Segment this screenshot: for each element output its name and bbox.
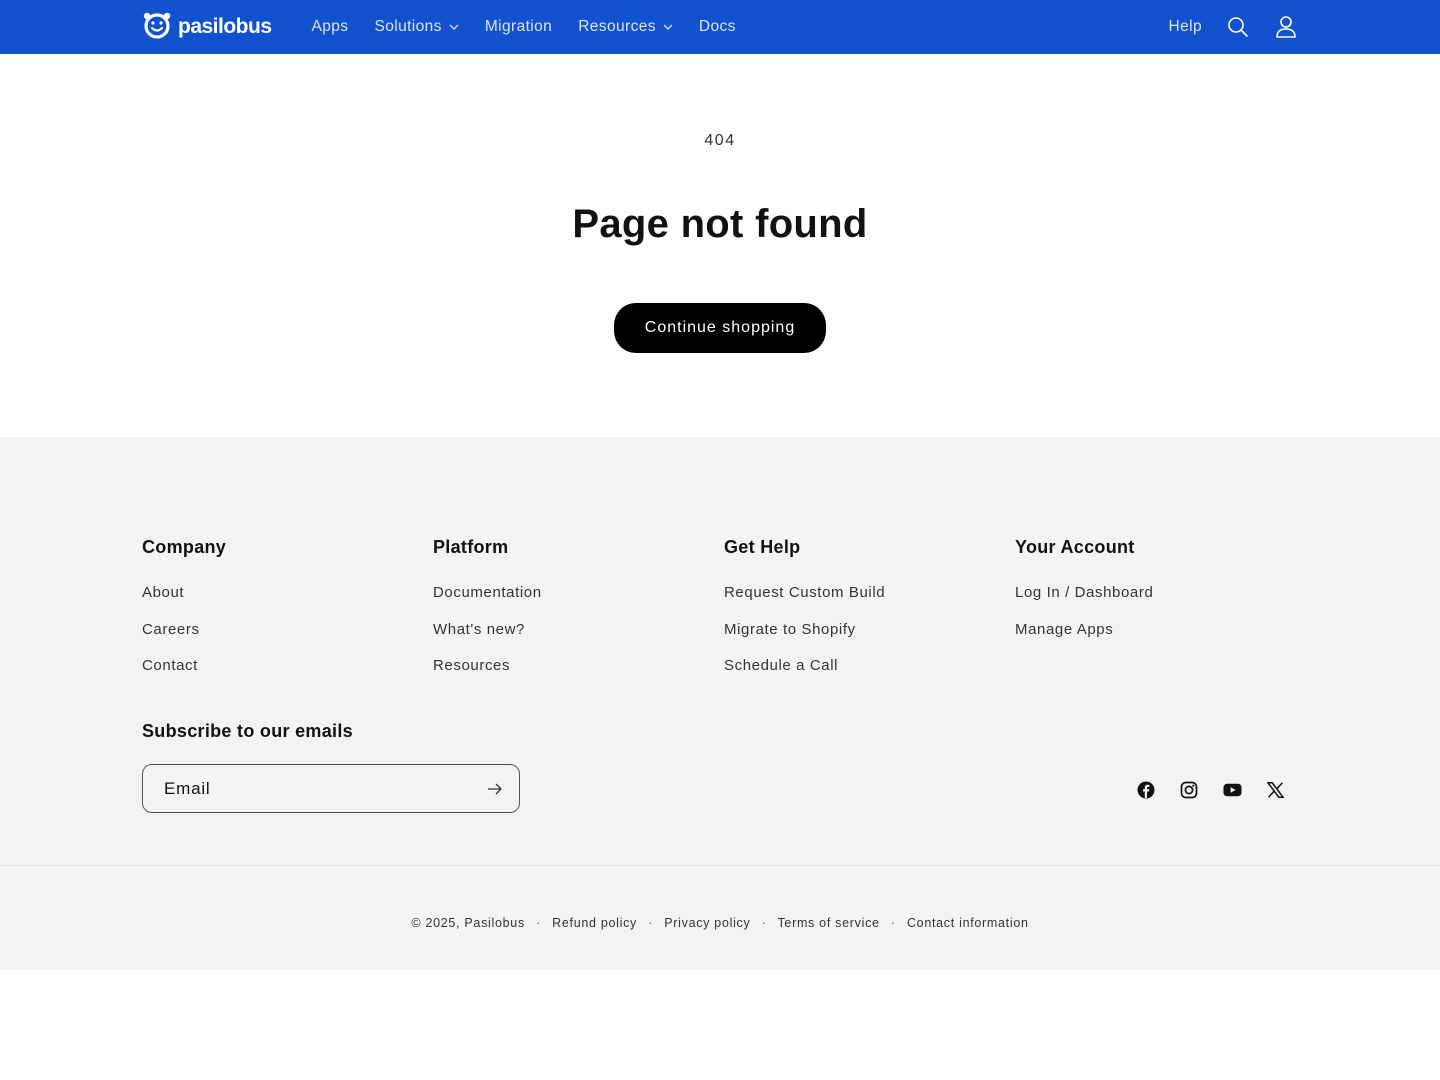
footer-link-manage-apps[interactable]: Manage Apps: [1015, 621, 1113, 638]
nav-item-label: Docs: [698, 18, 736, 35]
chevron-down-icon: [663, 24, 673, 30]
continue-shopping-button[interactable]: Continue shopping: [613, 303, 827, 353]
footer-link-careers[interactable]: Careers: [142, 621, 200, 638]
search-icon[interactable]: [1226, 15, 1250, 39]
footer-col-heading: Company: [142, 537, 227, 557]
separator: ·: [536, 916, 541, 930]
header-actions: Help: [1169, 15, 1298, 39]
newsletter-signup: Subscribe to our emails: [142, 721, 520, 813]
nav-item-apps[interactable]: Apps: [312, 18, 349, 36]
footer-link-request-custom-build[interactable]: Request Custom Build: [724, 584, 885, 601]
nav-item-label: Migration: [484, 18, 553, 35]
nav-item-solutions[interactable]: Solutions: [374, 18, 459, 36]
footer-col-get-help: Get Help Request Custom Build Migrate to…: [724, 537, 1015, 694]
footer-link-contact[interactable]: Contact: [142, 657, 198, 674]
footer-col-heading: Platform: [433, 537, 509, 557]
error-code: 404: [704, 132, 736, 149]
footer-link-schedule-call[interactable]: Schedule a Call: [724, 657, 838, 674]
not-found-section: 404 Page not found Continue shopping: [0, 54, 1440, 437]
separator: ·: [890, 916, 896, 930]
footer-col-heading: Your Account: [1015, 537, 1135, 557]
footer-link-login-dashboard[interactable]: Log In / Dashboard: [1015, 584, 1153, 601]
footer-divider: [0, 865, 1440, 866]
footer-link-list: About Careers Contact: [142, 584, 433, 694]
footer-link-list: Documentation What's new? Resources: [433, 584, 724, 694]
nav-item-resources[interactable]: Resources: [578, 18, 673, 36]
email-field-wrapper: [142, 764, 520, 813]
arrow-right-icon[interactable]: [471, 765, 519, 812]
x-icon[interactable]: [1265, 780, 1285, 800]
footer-link-about[interactable]: About: [142, 584, 184, 601]
instagram-icon[interactable]: [1179, 780, 1199, 800]
refund-policy-link[interactable]: Refund policy: [552, 916, 637, 930]
page-title: Page not found: [572, 202, 868, 246]
footer-link-migrate-to-shopify[interactable]: Migrate to Shopify: [724, 621, 856, 638]
footer-legal: © 2025, Pasilobus · Refund policy · Priv…: [0, 916, 1440, 930]
footer-col-company: Company About Careers Contact: [142, 537, 433, 694]
separator: ·: [761, 916, 767, 930]
chevron-down-icon: [449, 24, 459, 30]
footer-col-platform: Platform Documentation What's new? Resou…: [433, 537, 724, 694]
email-input[interactable]: [164, 778, 471, 799]
footer-col-your-account: Your Account Log In / Dashboard Manage A…: [1015, 537, 1306, 694]
footer-link-resources[interactable]: Resources: [433, 657, 510, 674]
facebook-icon[interactable]: [1136, 780, 1156, 800]
site-header: pasilobus Apps Solutions Migration Resou…: [0, 0, 1440, 54]
footer-columns: Company About Careers Contact Platform D…: [142, 537, 1306, 694]
footer-link-list: Request Custom Build Migrate to Shopify …: [724, 584, 1015, 694]
logo-link[interactable]: pasilobus: [142, 11, 272, 44]
footer-link-list: Log In / Dashboard Manage Apps: [1015, 584, 1306, 657]
contact-information-link[interactable]: Contact information: [907, 916, 1029, 930]
logo-text: pasilobus: [178, 15, 272, 38]
copyright-text: © 2025, Pasilobus: [411, 916, 525, 930]
nav-item-docs[interactable]: Docs: [699, 18, 736, 36]
youtube-icon[interactable]: [1222, 780, 1242, 800]
nav-item-label: Apps: [311, 18, 349, 35]
privacy-policy-link[interactable]: Privacy policy: [664, 916, 750, 930]
main-nav: Apps Solutions Migration Resources Docs: [312, 18, 736, 36]
nav-item-label: Resources: [578, 18, 656, 35]
help-link[interactable]: Help: [1169, 18, 1202, 36]
footer-link-whats-new[interactable]: What's new?: [433, 621, 525, 638]
separator: ·: [648, 916, 654, 930]
nav-item-label: Solutions: [374, 18, 442, 35]
logo-icon: [142, 11, 172, 44]
account-icon[interactable]: [1274, 15, 1298, 39]
footer-col-heading: Get Help: [724, 537, 801, 557]
nav-item-migration[interactable]: Migration: [485, 18, 552, 36]
footer-link-documentation[interactable]: Documentation: [433, 584, 542, 601]
newsletter-heading: Subscribe to our emails: [142, 721, 353, 741]
social-links: [1136, 780, 1285, 800]
terms-of-service-link[interactable]: Terms of service: [777, 916, 879, 930]
site-footer: Company About Careers Contact Platform D…: [0, 437, 1440, 970]
